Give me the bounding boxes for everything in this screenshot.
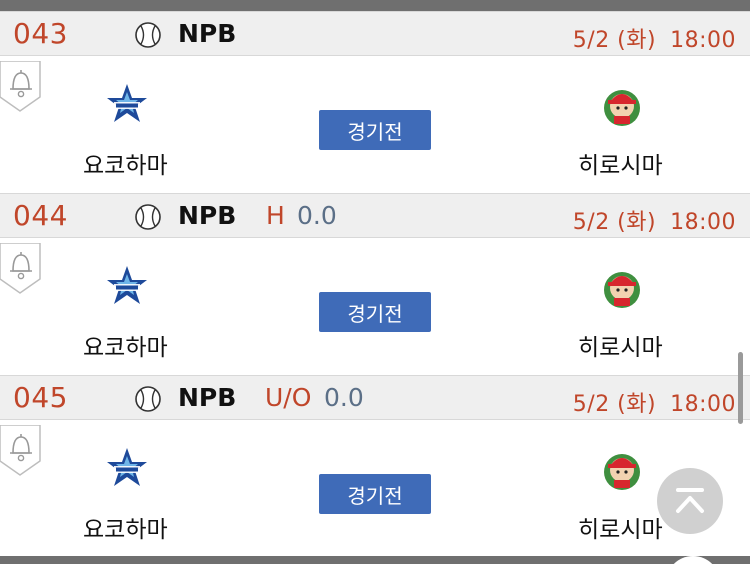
match-number: 044 (13, 199, 68, 232)
match-datetime: 5/2 (화) 18:00 (573, 22, 736, 54)
match-date: 5/2 (화) (572, 210, 657, 235)
match-card[interactable]: 044 NPB H 0.0 5/2 (화) 18:00 요코하마 경기전 히로시마 (0, 193, 750, 375)
baseball-icon (135, 386, 161, 412)
match-status-button[interactable]: 경기전 (319, 474, 431, 514)
bet-value: 0.0 (324, 383, 364, 412)
away-team-name: 히로시마 (578, 335, 663, 361)
match-time: 18:00 (670, 28, 736, 53)
match-header: 044 NPB H 0.0 5/2 (화) 18:00 (0, 193, 750, 238)
match-date: 5/2 (화) (572, 28, 657, 53)
scroll-to-top-button[interactable] (657, 468, 723, 534)
home-team-logo (107, 448, 147, 486)
match-header: 043 NPB 5/2 (화) 18:00 (0, 11, 750, 56)
home-team-logo (107, 84, 147, 122)
baseball-icon (135, 22, 161, 48)
chevron-up-icon (676, 488, 704, 513)
league-label: NPB (178, 383, 237, 412)
match-time: 18:00 (670, 210, 736, 235)
away-team-logo (604, 272, 640, 308)
bet-type: H (266, 201, 285, 230)
bell-icon[interactable] (0, 61, 42, 113)
match-datetime: 5/2 (화) 18:00 (573, 204, 736, 236)
league-label: NPB (178, 201, 237, 230)
home-team-name: 요코하마 (83, 517, 168, 543)
home-team-logo (107, 266, 147, 304)
bell-icon[interactable] (0, 425, 42, 477)
away-team-logo (604, 90, 640, 126)
match-number: 045 (13, 381, 68, 414)
bet-type: U/O (265, 383, 312, 412)
match-card[interactable]: 045 NPB U/O 0.0 5/2 (화) 18:00 요코하마 경기전 히로… (0, 375, 750, 557)
match-status-button[interactable]: 경기전 (319, 292, 431, 332)
match-status-button[interactable]: 경기전 (319, 110, 431, 150)
match-date: 5/2 (화) (572, 392, 657, 417)
league-label: NPB (178, 19, 237, 48)
bell-icon[interactable] (0, 243, 42, 295)
match-card[interactable]: 043 NPB 5/2 (화) 18:00 요코하마 경기전 히로시마 (0, 11, 750, 193)
top-divider (0, 0, 750, 11)
scrollbar-thumb[interactable] (738, 352, 743, 424)
match-time: 18:00 (670, 392, 736, 417)
match-number: 043 (13, 17, 68, 50)
baseball-icon (135, 204, 161, 230)
match-header: 045 NPB U/O 0.0 5/2 (화) 18:00 (0, 375, 750, 420)
bet-value: 0.0 (297, 201, 337, 230)
away-team-logo (604, 454, 640, 490)
home-team-name: 요코하마 (83, 153, 168, 179)
away-team-name: 히로시마 (578, 153, 663, 179)
home-team-name: 요코하마 (83, 335, 168, 361)
bottom-divider (0, 556, 750, 564)
away-team-name: 히로시마 (578, 517, 663, 543)
match-datetime: 5/2 (화) 18:00 (573, 386, 736, 418)
